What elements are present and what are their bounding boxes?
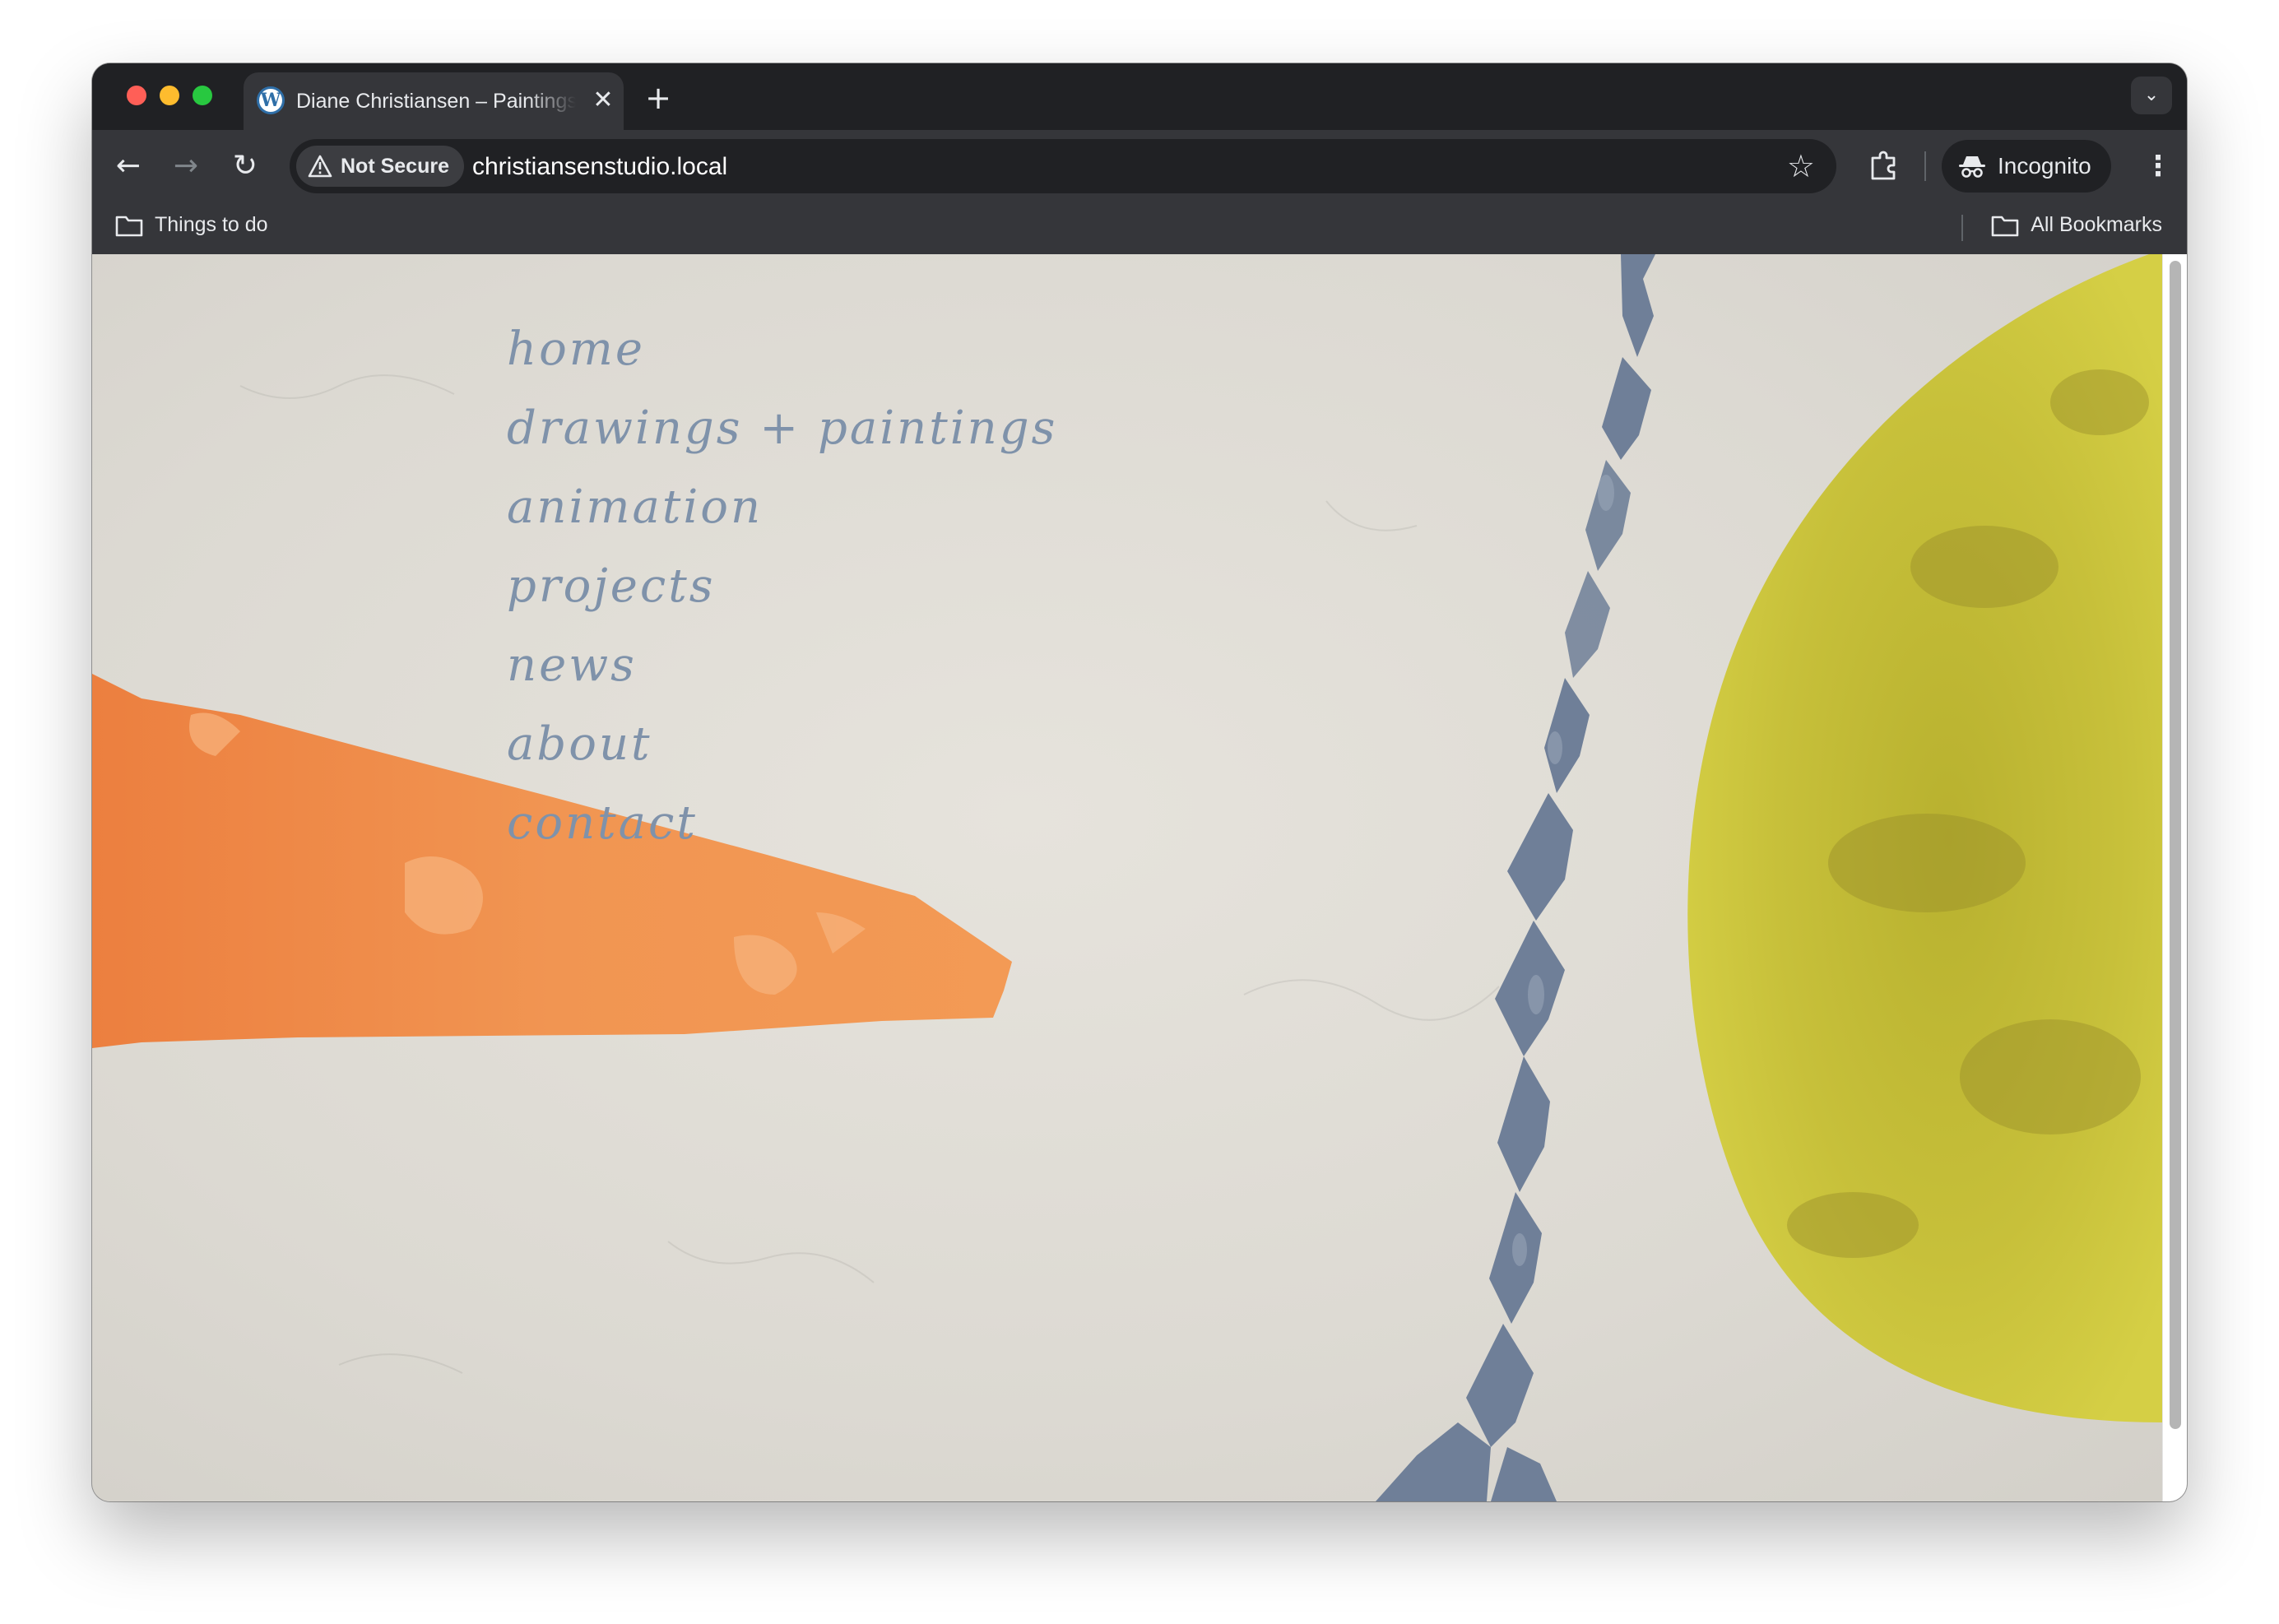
bookmark-label: All Bookmarks <box>2031 213 2162 236</box>
incognito-label: Incognito <box>1998 153 2091 179</box>
nav-link-contact[interactable]: contact <box>507 784 1057 863</box>
tab-title: Diane Christiansen – Paintings <box>296 90 576 113</box>
browser-window: W Diane Christiansen – Paintings ✕ + ⌄ ←… <box>92 63 2187 1501</box>
address-bar[interactable]: Not Secure christiansenstudio.local ☆ <box>290 139 1836 193</box>
site-navigation: home drawings + paintings animation proj… <box>507 310 1057 863</box>
nav-link-animation[interactable]: animation <box>507 468 1057 547</box>
nav-link-news[interactable]: news <box>507 626 1057 705</box>
nav-link-home[interactable]: home <box>507 310 1057 389</box>
close-window-button[interactable] <box>127 86 146 105</box>
reload-icon[interactable]: ↻ <box>225 146 265 186</box>
folder-icon <box>115 216 143 236</box>
security-label: Not Secure <box>341 154 449 178</box>
bookmark-folder-all-bookmarks[interactable]: All Bookmarks <box>1991 213 2162 237</box>
nav-link-drawings-paintings[interactable]: drawings + paintings <box>507 389 1057 468</box>
arrow-left-icon[interactable]: ← <box>109 146 148 186</box>
bookmark-label: Things to do <box>155 213 268 236</box>
page-viewport: home drawings + paintings animation proj… <box>92 254 2187 1501</box>
close-icon[interactable]: ✕ <box>589 86 617 114</box>
incognito-icon <box>1959 156 1985 178</box>
maximize-window-button[interactable] <box>193 86 212 105</box>
scrollbar-thumb[interactable] <box>2170 261 2181 1429</box>
toolbar-divider <box>1924 151 1926 181</box>
nav-link-about[interactable]: about <box>507 705 1057 784</box>
bookmarks-divider <box>1961 215 1963 241</box>
folder-icon <box>1991 216 2019 236</box>
toolbar: ← → ↻ Not Secure christiansenstudio.loca… <box>92 130 2187 202</box>
puzzle-icon[interactable] <box>1866 148 1902 184</box>
incognito-indicator[interactable]: Incognito <box>1942 140 2111 193</box>
minimize-window-button[interactable] <box>160 86 179 105</box>
vertical-scrollbar[interactable] <box>2162 254 2187 1501</box>
nav-link-projects[interactable]: projects <box>507 547 1057 626</box>
arrow-right-icon[interactable]: → <box>166 146 206 186</box>
kebab-menu-icon[interactable]: ⋮ <box>2144 146 2172 186</box>
background-painting <box>92 254 2162 1501</box>
bookmarks-bar: Things to do All Bookmarks <box>92 202 2187 254</box>
star-icon[interactable]: ☆ <box>1787 147 1815 185</box>
security-indicator[interactable]: Not Secure <box>296 146 464 187</box>
active-tab[interactable]: W Diane Christiansen – Paintings ✕ <box>244 72 624 130</box>
warning-icon <box>308 155 332 178</box>
url-text[interactable]: christiansenstudio.local <box>472 153 727 181</box>
chevron-down-icon[interactable]: ⌄ <box>2131 77 2172 114</box>
bookmark-folder-things-to-do[interactable]: Things to do <box>115 213 268 237</box>
tab-strip: W Diane Christiansen – Paintings ✕ + ⌄ <box>92 63 2187 130</box>
plus-icon[interactable]: + <box>642 81 675 114</box>
wordpress-icon: W <box>257 86 285 114</box>
